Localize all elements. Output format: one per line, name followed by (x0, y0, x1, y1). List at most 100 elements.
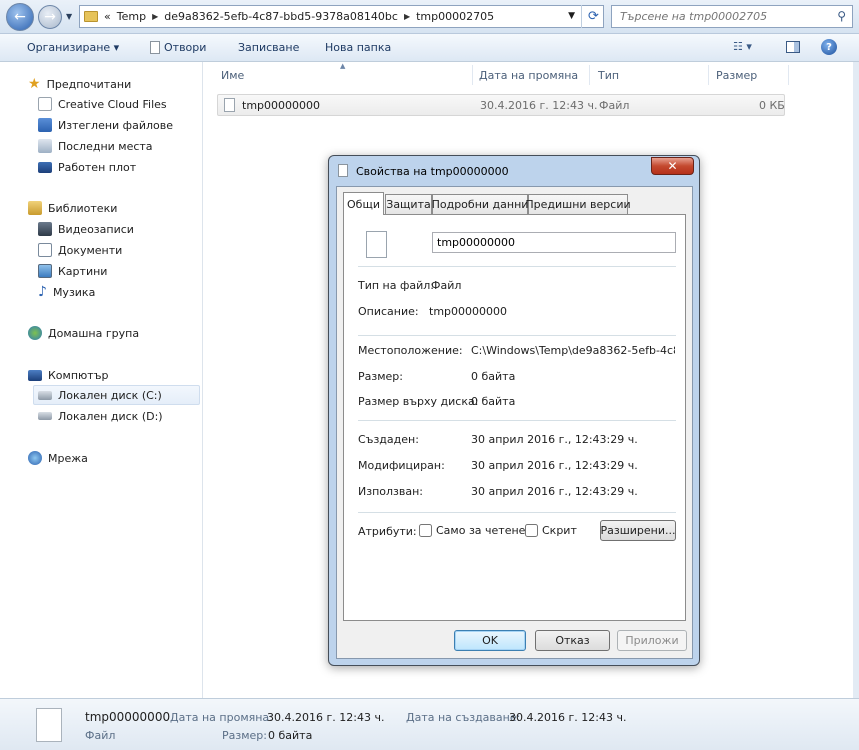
address-dropdown-icon[interactable]: ▼ (568, 11, 575, 21)
attributes-label: Атрибути: (358, 525, 417, 538)
nav-label: Библиотеки (48, 201, 118, 215)
document-icon (338, 164, 348, 177)
size-label: Размер: (358, 370, 403, 383)
description-value: tmp00000000 (429, 305, 507, 318)
forward-arrow-icon[interactable]: → (38, 5, 62, 29)
navigation-pane: ★ Предпочитани Creative Cloud Files Изте… (0, 62, 203, 698)
nav-music[interactable]: ♪ Музика (38, 282, 95, 302)
details-created-value: 30.4.2016 г. 12:43 ч. (509, 711, 627, 724)
apply-button: Приложи (617, 630, 687, 651)
details-file-name: tmp00000000 (85, 710, 171, 724)
search-icon[interactable]: ⚲ (837, 9, 846, 23)
details-modified-value: 30.4.2016 г. 12:43 ч. (267, 711, 385, 724)
homegroup-icon (28, 326, 42, 340)
nav-label: Последни места (58, 139, 153, 153)
history-dropdown-icon[interactable]: ▼ (66, 12, 72, 21)
nav-disk-d[interactable]: Локален диск (D:) (38, 406, 163, 426)
ok-button[interactable]: OK (454, 630, 526, 651)
nav-computer[interactable]: Компютър (28, 365, 108, 385)
nav-desktop[interactable]: Работен плот (38, 157, 136, 177)
computer-icon (28, 369, 42, 381)
column-header-name[interactable]: Име (221, 69, 244, 82)
nav-libraries[interactable]: Библиотеки (28, 198, 117, 218)
details-file-type: Файл (85, 729, 116, 742)
advanced-button[interactable]: Разширени... (600, 520, 676, 541)
breadcrumb-guid[interactable]: de9a8362-5efb-4c87-bbd5-9378a08140bc (164, 10, 398, 23)
dialog-titlebar[interactable]: Свойства на tmp00000000 ✕ (329, 156, 699, 186)
search-input[interactable] (620, 10, 820, 23)
column-header-date[interactable]: Дата на промяна (479, 69, 578, 82)
separator (358, 335, 676, 336)
documents-icon (38, 243, 52, 257)
refresh-icon[interactable]: ⟳ (581, 5, 605, 28)
hidden-checkbox-box[interactable] (525, 524, 538, 537)
column-divider[interactable] (788, 65, 789, 85)
view-options-button[interactable]: ☷ ▾ (733, 40, 752, 53)
nav-creative-cloud[interactable]: Creative Cloud Files (38, 94, 167, 114)
tab-details[interactable]: Подробни данни (432, 194, 528, 214)
breadcrumb-separator-icon[interactable]: ▶ (152, 12, 158, 21)
new-folder-button[interactable]: Нова папка (325, 41, 391, 54)
column-divider[interactable] (589, 65, 590, 85)
folder-icon (84, 11, 98, 22)
burn-button[interactable]: Записване (238, 41, 299, 54)
nav-label: Картини (58, 264, 108, 278)
details-created-label: Дата на създаване: (406, 711, 521, 724)
readonly-checkbox-label: Само за четене (436, 524, 526, 537)
preview-pane-icon[interactable] (786, 41, 800, 53)
help-icon[interactable]: ? (821, 39, 837, 55)
nav-downloads[interactable]: Изтеглени файлове (38, 115, 173, 135)
column-divider[interactable] (708, 65, 709, 85)
column-divider[interactable] (472, 65, 473, 85)
nav-videos[interactable]: Видеозаписи (38, 219, 134, 239)
tab-general[interactable]: Общи (343, 192, 384, 215)
window-edge (853, 62, 859, 698)
nav-homegroup[interactable]: Домашна група (28, 323, 139, 343)
drive-icon (38, 390, 52, 400)
general-tab-panel: Тип на файл: Файл Описание: tmp00000000 … (343, 214, 686, 621)
modified-label: Модифициран: (358, 459, 445, 472)
column-header-type[interactable]: Тип (598, 69, 619, 82)
nav-label: Предпочитани (46, 77, 132, 91)
nav-label: Мрежа (48, 451, 88, 465)
readonly-checkbox-box[interactable] (419, 524, 432, 537)
nav-label: Локален диск (D:) (58, 409, 163, 423)
breadcrumb-overflow[interactable]: « (104, 10, 111, 23)
nav-label: Видеозаписи (58, 222, 134, 236)
recent-places-icon (38, 139, 52, 153)
nav-pictures[interactable]: Картини (38, 261, 107, 281)
nav-documents[interactable]: Документи (38, 240, 122, 260)
address-bar[interactable]: « Temp ▶ de9a8362-5efb-4c87-bbd5-9378a08… (79, 5, 604, 28)
file-type: Файл (599, 99, 630, 112)
hidden-checkbox[interactable]: Скрит (525, 524, 577, 537)
accessed-value: 30 април 2016 г., 12:43:29 ч. (471, 485, 638, 498)
organize-button[interactable]: Организиране ▾ (27, 41, 119, 54)
nav-favorites[interactable]: ★ Предпочитани (28, 74, 131, 94)
nav-recent-places[interactable]: Последни места (38, 136, 153, 156)
breadcrumb-temp[interactable]: Temp (117, 10, 146, 23)
column-header-size[interactable]: Размер (716, 69, 757, 82)
sort-arrow-icon: ▲ (340, 62, 346, 70)
hidden-checkbox-label: Скрит (542, 524, 577, 537)
close-icon[interactable]: ✕ (651, 157, 694, 175)
properties-dialog: Свойства на tmp00000000 ✕ Общи Защита По… (328, 155, 700, 666)
music-icon: ♪ (38, 284, 47, 300)
tab-security[interactable]: Защита (385, 194, 432, 214)
readonly-checkbox[interactable]: Само за четене (419, 524, 525, 537)
file-name-field[interactable] (432, 232, 676, 253)
downloads-folder-icon (38, 118, 52, 132)
cancel-button[interactable]: Отказ (535, 630, 610, 651)
nav-disk-c[interactable]: Локален диск (C:) (33, 385, 200, 405)
file-date: 30.4.2016 г. 12:43 ч. (480, 99, 598, 112)
open-button[interactable]: Отвори (150, 41, 206, 54)
search-box[interactable]: ⚲ (611, 5, 853, 28)
nav-label: Работен плот (58, 160, 137, 174)
nav-network[interactable]: Мрежа (28, 448, 88, 468)
breadcrumb-separator-icon[interactable]: ▶ (404, 12, 410, 21)
tab-previous-versions[interactable]: Предишни версии (525, 194, 631, 214)
file-icon (366, 231, 387, 258)
file-row[interactable]: tmp00000000 30.4.2016 г. 12:43 ч. Файл 0… (217, 94, 785, 116)
back-arrow-icon[interactable]: ← (6, 3, 34, 31)
breadcrumb-current[interactable]: tmp00002705 (416, 10, 494, 23)
view-dropdown: ▾ (746, 40, 752, 53)
